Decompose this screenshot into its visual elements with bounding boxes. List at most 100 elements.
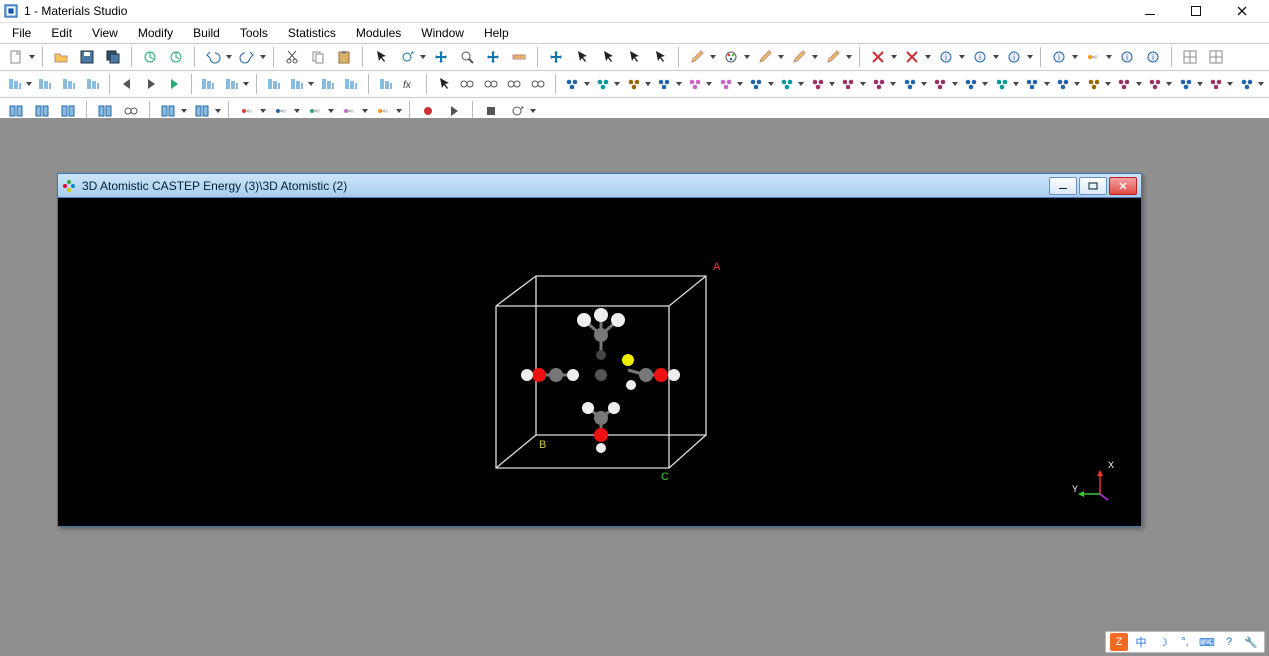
toolbtn-pick-bond[interactable] [622, 45, 646, 69]
toolbtn-m-elec-dropdown[interactable] [583, 81, 590, 87]
ime-punct-button[interactable]: °, [1176, 633, 1194, 651]
toolbtn-prev[interactable] [116, 72, 138, 96]
toolbtn-atom-e-dropdown[interactable] [395, 108, 403, 114]
toolbtn-rotate[interactable] [395, 45, 419, 69]
toolbtn-charge-dropdown[interactable] [992, 54, 1000, 60]
toolbtn-new[interactable] [4, 45, 28, 69]
document-canvas[interactable]: A B C [61, 200, 1138, 523]
ime-app-icon[interactable]: Z [1110, 633, 1128, 651]
ime-toolbar[interactable]: Z 中 ☽ °, ⌨ ? 🔧 [1105, 631, 1265, 653]
toolbtn-m-ana-dropdown[interactable] [1012, 81, 1019, 87]
toolbtn-m-table[interactable] [1205, 72, 1227, 96]
toolbtn-m-qmera-dropdown[interactable] [1135, 81, 1142, 87]
toolbtn-xyz1[interactable] [4, 72, 26, 96]
toolbtn-open[interactable] [49, 45, 73, 69]
toolbtn-pencil[interactable] [685, 45, 709, 69]
toolbtn-paste[interactable] [332, 45, 356, 69]
toolbtn-grid2[interactable] [1204, 45, 1228, 69]
toolbtn-m-morph[interactable] [807, 72, 829, 96]
toolbtn-dihedral-dropdown[interactable] [845, 54, 853, 60]
toolbtn-m-chart[interactable] [1144, 72, 1166, 96]
toolbtn-m-dyn-dropdown[interactable] [614, 81, 621, 87]
toolbtn-angle-b[interactable] [317, 72, 339, 96]
toolbtn-m-dmol-dropdown[interactable] [1074, 81, 1081, 87]
toolbtn-m-ana[interactable] [991, 72, 1013, 96]
toolbtn-zoom[interactable] [455, 45, 479, 69]
toolbtn-m-forcite[interactable] [715, 72, 737, 96]
toolbtn-m-post[interactable] [1236, 72, 1258, 96]
toolbtn-win-rebuild-dropdown[interactable] [214, 108, 222, 114]
toolbtn-fx[interactable]: fx [399, 72, 421, 96]
toolbtn-m-sorpt[interactable] [929, 72, 951, 96]
toolbtn-m-gauss-dropdown[interactable] [890, 81, 897, 87]
toolbtn-xyz1-dropdown[interactable] [26, 81, 33, 87]
toolbtn-win-group-dropdown[interactable] [180, 108, 188, 114]
toolbtn-charge[interactable]: i [968, 45, 992, 69]
menu-statistics[interactable]: Statistics [278, 24, 346, 42]
toolbtn-m-amorph-dropdown[interactable] [644, 81, 651, 87]
toolbtn-h-add-dropdown[interactable] [1071, 54, 1079, 60]
window-minimize-button[interactable] [1127, 0, 1173, 22]
toolbtn-m-qmera[interactable] [1113, 72, 1135, 96]
toolbtn-pencil-dropdown[interactable] [709, 54, 717, 60]
toolbtn-m-elec[interactable] [562, 72, 584, 96]
toolbtn-m-opt[interactable] [776, 72, 798, 96]
toolbtn-refresh[interactable] [164, 45, 188, 69]
toolbtn-m-opt-dropdown[interactable] [798, 81, 805, 87]
toolbtn-m-refl-dropdown[interactable] [920, 81, 927, 87]
toolbtn-color[interactable] [719, 45, 743, 69]
toolbtn-delete-bond-dropdown[interactable] [924, 54, 932, 60]
toolbtn-m-chart-dropdown[interactable] [1166, 81, 1173, 87]
toolbtn-label[interactable]: i [1002, 45, 1026, 69]
toolbtn-m-sorpt-dropdown[interactable] [951, 81, 958, 87]
toolbtn-m-poly[interactable] [654, 72, 676, 96]
menu-view[interactable]: View [82, 24, 128, 42]
toolbtn-m-stat[interactable] [1175, 72, 1197, 96]
toolbtn-m-crystal[interactable] [684, 72, 706, 96]
toolbtn-undo[interactable] [201, 45, 225, 69]
toolbtn-delete-bond[interactable] [900, 45, 924, 69]
toolbtn-m-cast-dropdown[interactable] [1043, 81, 1050, 87]
toolbtn-pan[interactable] [429, 45, 453, 69]
toolbtn-atom-a-dropdown[interactable] [259, 108, 267, 114]
toolbtn-import[interactable] [138, 45, 162, 69]
window-close-button[interactable] [1219, 0, 1265, 22]
toolbtn-highlight[interactable]: i [1115, 45, 1139, 69]
doc-close-button[interactable] [1109, 177, 1137, 195]
menu-window[interactable]: Window [411, 24, 474, 42]
toolbtn-m-poly-dropdown[interactable] [675, 81, 682, 87]
toolbtn-fragment[interactable]: i [934, 45, 958, 69]
toolbtn-m-refl[interactable] [899, 72, 921, 96]
toolbtn-m-crystal-dropdown[interactable] [706, 81, 713, 87]
toolbtn-link[interactable] [457, 72, 479, 96]
menu-help[interactable]: Help [474, 24, 519, 42]
toolbtn-m-dyn[interactable] [592, 72, 614, 96]
toolbtn-m-stat-dropdown[interactable] [1196, 81, 1203, 87]
toolbtn-pick[interactable] [570, 45, 594, 69]
toolbtn-select-a[interactable] [341, 72, 363, 96]
toolbtn-select-b[interactable] [375, 72, 397, 96]
toolbtn-new-dropdown[interactable] [28, 54, 36, 60]
toolbtn-angle-a-dropdown[interactable] [308, 81, 315, 87]
toolbtn-dihedral[interactable] [821, 45, 845, 69]
menu-edit[interactable]: Edit [41, 24, 82, 42]
toolbtn-home[interactable] [527, 72, 549, 96]
toolbtn-angle-edit[interactable] [787, 45, 811, 69]
toolbtn-atom-b-dropdown[interactable] [293, 108, 301, 114]
toolbtn-bond-edit-dropdown[interactable] [777, 54, 785, 60]
toolbtn-m-cosmo[interactable] [838, 72, 860, 96]
toolbtn-layers-a[interactable] [221, 72, 243, 96]
menu-tools[interactable]: Tools [230, 24, 278, 42]
menu-modify[interactable]: Modify [128, 24, 183, 42]
doc-maximize-button[interactable] [1079, 177, 1107, 195]
toolbtn-layers-b[interactable] [263, 72, 285, 96]
toolbtn-m-vamp[interactable] [960, 72, 982, 96]
toolbtn-m-onetep-dropdown[interactable] [1104, 81, 1111, 87]
toolbtn-center[interactable] [544, 45, 568, 69]
toolbtn-xyz2[interactable] [35, 72, 57, 96]
toolbtn-m-onetep[interactable] [1083, 72, 1105, 96]
ime-keyboard-icon[interactable]: ⌨ [1198, 633, 1216, 651]
toolbtn-grid[interactable] [1178, 45, 1202, 69]
toolbtn-ptr[interactable] [433, 72, 455, 96]
toolbtn-cut[interactable] [280, 45, 304, 69]
